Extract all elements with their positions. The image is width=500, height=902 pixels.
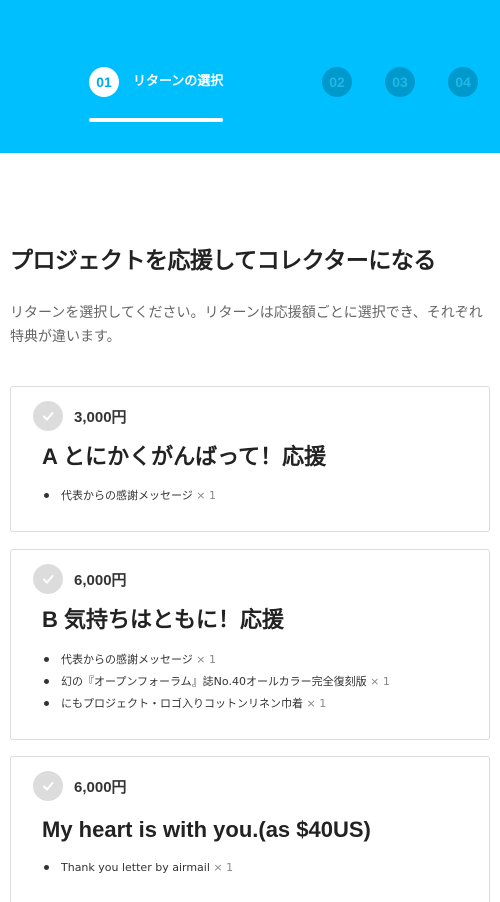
active-step-underline	[89, 118, 223, 122]
step-1-label: リターンの選択	[133, 74, 224, 89]
reward-title: B 気持ちはともに！応援	[42, 607, 285, 632]
reward-items: 代表からの感謝メッセージ × 1	[44, 485, 216, 507]
header-bar: 01 リターンの選択 02 03 04	[0, 0, 500, 153]
reward-item-quantity: × 1	[213, 861, 234, 874]
reward-item-text: 幻の『オープンフォーラム』誌No.40オールカラー完全復刻版	[61, 675, 367, 688]
reward-title: A とにかくがんばって！応援	[42, 444, 327, 469]
reward-items: 代表からの感謝メッセージ × 1 幻の『オープンフォーラム』誌No.40オールカ…	[44, 649, 390, 715]
select-checkbox[interactable]	[33, 771, 63, 801]
reward-card-b[interactable]: 6,000円 B 気持ちはともに！応援 代表からの感謝メッセージ × 1 幻の『…	[10, 549, 490, 740]
check-icon	[43, 412, 54, 421]
step-3-indicator[interactable]: 03	[385, 67, 415, 97]
intro-text: リターンを選択してください。リターンは応援額ごとに選択でき、それぞれ特典が違いま…	[10, 305, 483, 345]
reward-items: Thank you letter by airmail × 1	[44, 857, 233, 879]
reward-item: 幻の『オープンフォーラム』誌No.40オールカラー完全復刻版 × 1	[44, 671, 390, 693]
page-title: プロジェクトを応援してコレクターになる	[10, 248, 436, 274]
select-checkbox[interactable]	[33, 564, 63, 594]
reward-item-text: Thank you letter by airmail	[61, 861, 210, 874]
reward-price: 6,000円	[74, 779, 127, 796]
reward-card-a[interactable]: 3,000円 A とにかくがんばって！応援 代表からの感謝メッセージ × 1	[10, 386, 490, 532]
bullet	[44, 701, 49, 706]
check-icon	[43, 782, 54, 791]
check-icon	[43, 575, 54, 584]
step-4-indicator[interactable]: 04	[448, 67, 478, 97]
select-checkbox[interactable]	[33, 401, 63, 431]
reward-item: にもプロジェクト・ロゴ入りコットンリネン巾着 × 1	[44, 693, 390, 715]
reward-item: Thank you letter by airmail × 1	[44, 857, 233, 879]
step-1-indicator[interactable]: 01	[89, 67, 119, 97]
reward-item-text: 代表からの感謝メッセージ	[61, 653, 193, 666]
reward-item-quantity: × 1	[306, 697, 327, 710]
reward-card-c[interactable]: 6,000円 My heart is with you.(as $40US) T…	[10, 756, 490, 902]
reward-item-text: にもプロジェクト・ロゴ入りコットンリネン巾着	[61, 697, 303, 710]
reward-item-text: 代表からの感謝メッセージ	[61, 489, 193, 502]
reward-title: My heart is with you.(as $40US)	[42, 817, 371, 842]
reward-item-quantity: × 1	[196, 653, 216, 666]
bullet	[44, 657, 49, 662]
bullet	[44, 679, 49, 684]
reward-item: 代表からの感謝メッセージ × 1	[44, 485, 216, 507]
step-2-indicator[interactable]: 02	[322, 67, 352, 97]
reward-item: 代表からの感謝メッセージ × 1	[44, 649, 390, 671]
reward-item-quantity: × 1	[370, 675, 390, 688]
reward-price: 3,000円	[74, 409, 127, 426]
bullet	[44, 865, 49, 870]
reward-price: 6,000円	[74, 572, 127, 589]
bullet	[44, 493, 49, 498]
reward-item-quantity: × 1	[196, 489, 216, 502]
